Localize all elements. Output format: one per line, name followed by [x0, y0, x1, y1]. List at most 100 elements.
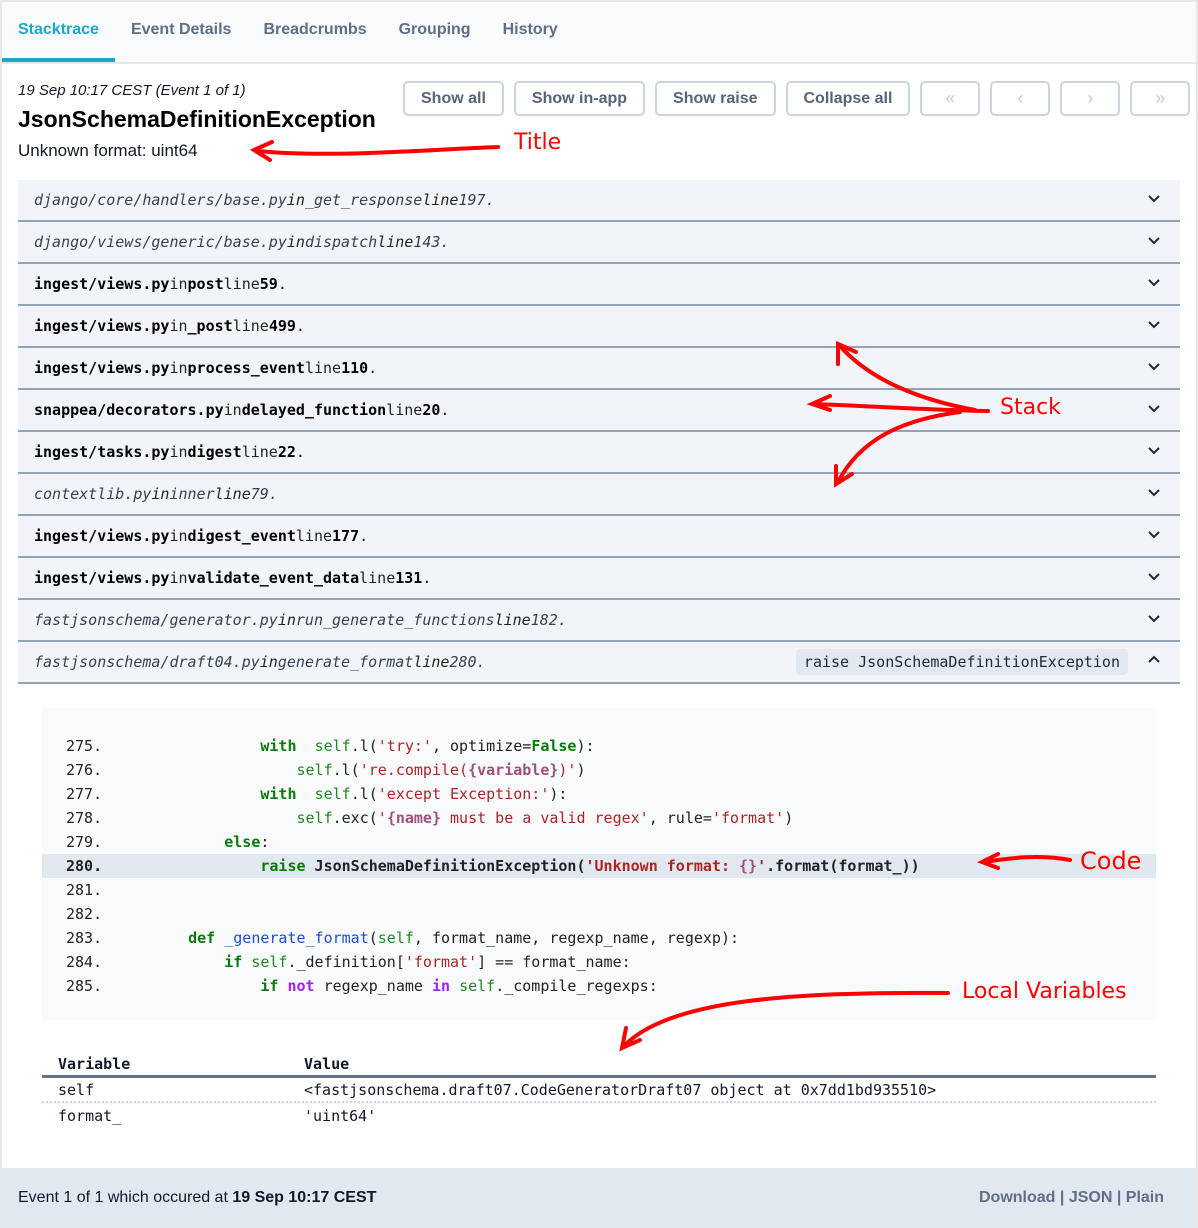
- code-token: self: [314, 785, 351, 803]
- frame-line-label: line: [359, 569, 396, 587]
- code-token: JsonSchemaDefinitionException(: [305, 857, 586, 875]
- show-raise-button[interactable]: Show raise: [655, 81, 776, 116]
- frame-function: delayed_function: [241, 401, 387, 419]
- next-event-button[interactable]: ›: [1060, 81, 1121, 116]
- code-token: {}: [739, 857, 758, 875]
- frame-line-label: line: [304, 359, 342, 377]
- frame-in-label: in: [286, 233, 305, 251]
- line-number: 282.: [66, 905, 103, 923]
- frame-line-number: 143: [413, 233, 441, 251]
- stack-frame[interactable]: fastjsonschema/draft04.py in generate_fo…: [18, 642, 1180, 684]
- frame-line-label: line: [241, 443, 278, 461]
- stack-frame[interactable]: contextlib.py in inner line 79.: [18, 474, 1180, 516]
- local-variables-table: Variable Value self <fastjsonschema.draf…: [42, 1052, 1156, 1128]
- raise-badge: raise JsonSchemaDefinitionException: [795, 649, 1128, 675]
- tab-stacktrace[interactable]: Stacktrace: [2, 2, 115, 62]
- chevron-down-icon[interactable]: [1146, 610, 1162, 626]
- frame-filename: ingest/views.py: [34, 275, 170, 293]
- last-event-button[interactable]: »: [1130, 81, 1191, 116]
- stack-frame[interactable]: ingest/views.py in process_event line 11…: [18, 348, 1180, 390]
- download-link[interactable]: Download: [979, 1189, 1055, 1206]
- spacer: .: [295, 317, 305, 335]
- column-header-value: Value: [304, 1054, 350, 1073]
- footer: Event 1 of 1 which occured at 19 Sep 10:…: [2, 1168, 1196, 1228]
- line-number: 283.: [66, 929, 103, 947]
- frame-line-number: 177: [332, 527, 360, 545]
- code-token: ] == format_name:: [477, 953, 631, 971]
- chevron-down-icon[interactable]: [1146, 274, 1162, 290]
- code-token: (: [368, 929, 378, 947]
- frame-line-number: 131: [395, 569, 423, 587]
- frame-filename: django/views/generic/base.py: [34, 233, 287, 251]
- code-token: self: [296, 761, 333, 779]
- exception-title: JsonSchemaDefinitionException: [18, 106, 376, 132]
- code-token: if: [224, 953, 243, 971]
- frame-in-label: in: [169, 527, 188, 545]
- tab-history[interactable]: History: [487, 2, 574, 62]
- chevron-down-icon[interactable]: [1146, 400, 1162, 416]
- code-source: with self.l('except Exception:'):: [152, 782, 567, 806]
- first-event-button[interactable]: «: [920, 81, 981, 116]
- code-line: 284. if self._definition['format'] == fo…: [42, 950, 1156, 974]
- stack-frame[interactable]: ingest/views.py in _post line 499.: [18, 306, 1180, 348]
- chevron-down-icon[interactable]: [1146, 568, 1162, 584]
- frame-function: _post: [187, 317, 233, 335]
- prev-event-button[interactable]: ‹: [990, 81, 1051, 116]
- code-token: , format_name, regexp_name, regexp):: [413, 929, 740, 947]
- chevron-down-icon[interactable]: [1146, 484, 1162, 500]
- code-token: 're.compile(: [359, 761, 469, 779]
- chevron-down-icon[interactable]: [1146, 526, 1162, 542]
- variable-name: format_: [58, 1106, 122, 1125]
- chevron-down-icon[interactable]: [1146, 190, 1162, 206]
- spacer: .: [368, 359, 378, 377]
- chevron-up-icon[interactable]: [1146, 652, 1162, 668]
- code-token: regexp_name: [314, 977, 432, 995]
- frame-function: _get_response: [304, 191, 423, 209]
- code-token: must be a valid regex': [441, 809, 649, 827]
- stack-frame[interactable]: ingest/tasks.py in digest line 22.: [18, 432, 1180, 474]
- plain-link[interactable]: Plain: [1126, 1189, 1164, 1206]
- tab-grouping[interactable]: Grouping: [383, 2, 487, 62]
- tab-event-details[interactable]: Event Details: [115, 2, 247, 62]
- chevron-down-icon[interactable]: [1146, 358, 1162, 374]
- frame-line-label: line: [295, 527, 333, 545]
- event-page: Stacktrace Event Details Breadcrumbs Gro…: [2, 2, 1196, 1228]
- spacer: .: [476, 653, 486, 671]
- chevron-down-icon[interactable]: [1146, 442, 1162, 458]
- code-token: )': [558, 761, 577, 779]
- frame-filename: ingest/tasks.py: [34, 443, 170, 461]
- frame-function: process_event: [187, 359, 305, 377]
- tab-breadcrumbs[interactable]: Breadcrumbs: [247, 2, 382, 62]
- chevron-down-icon[interactable]: [1146, 316, 1162, 332]
- json-link[interactable]: JSON: [1069, 1189, 1113, 1206]
- frame-filename: contextlib.py: [34, 485, 152, 503]
- chevron-down-icon[interactable]: [1146, 232, 1162, 248]
- footer-links: Download | JSON | Plain: [979, 1189, 1164, 1207]
- stack-frame[interactable]: ingest/views.py in post line 59.: [18, 264, 1180, 306]
- frame-line-number: 22: [277, 443, 296, 461]
- stack-frame[interactable]: ingest/views.py in digest_event line 177…: [18, 516, 1180, 558]
- code-token: ': [757, 857, 767, 875]
- frame-line-number: 20: [422, 401, 441, 419]
- code-token: 'except Exception:': [377, 785, 550, 803]
- tab-bar: Stacktrace Event Details Breadcrumbs Gro…: [2, 2, 1196, 64]
- code-token: ': [377, 809, 387, 827]
- collapse-all-button[interactable]: Collapse all: [785, 81, 911, 116]
- show-in-app-button[interactable]: Show in-app: [513, 81, 646, 116]
- code-token: self: [459, 977, 496, 995]
- line-number: 276.: [66, 761, 103, 779]
- stack-frame[interactable]: django/views/generic/base.py in dispatch…: [18, 222, 1180, 264]
- show-all-button[interactable]: Show all: [403, 81, 504, 116]
- stack-frame[interactable]: fastjsonschema/generator.py in run_gener…: [18, 600, 1180, 642]
- frame-in-label: in: [169, 569, 188, 587]
- code-line: 281.: [42, 878, 1156, 902]
- frame-in-label: in: [169, 275, 188, 293]
- stack-frame[interactable]: ingest/views.py in validate_event_data l…: [18, 558, 1180, 600]
- table-row: self <fastjsonschema.draft07.CodeGenerat…: [42, 1078, 1156, 1103]
- stack-frame[interactable]: django/core/handlers/base.py in _get_res…: [18, 180, 1180, 222]
- code-token: _generate_format: [224, 929, 369, 947]
